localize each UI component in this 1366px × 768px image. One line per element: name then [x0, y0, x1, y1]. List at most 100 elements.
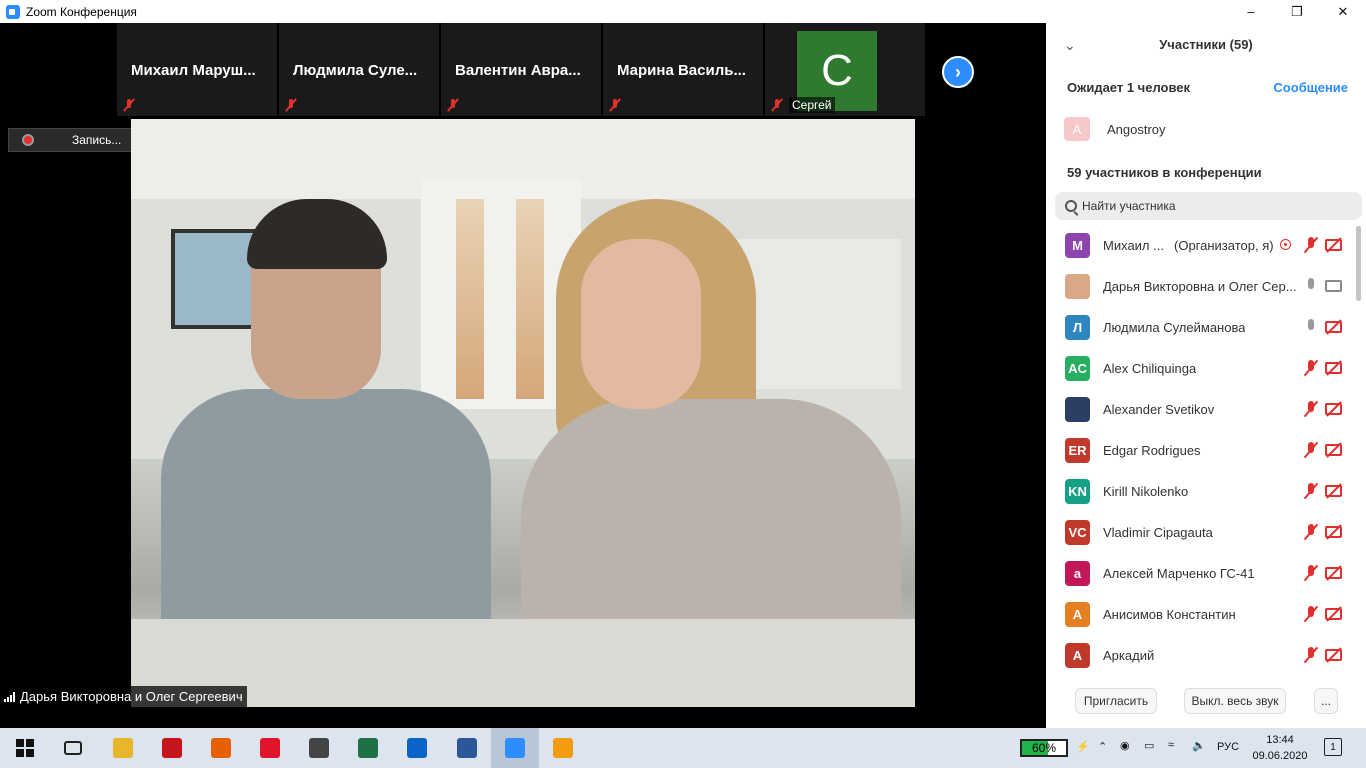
maximize-icon[interactable]: ❐	[1274, 0, 1320, 23]
battery-indicator[interactable]: 60%	[1020, 739, 1068, 757]
signal-icon	[4, 691, 15, 702]
meeting-view: Михаил Маруш... Людмила Суле... Валентин…	[0, 23, 1046, 728]
taskbar-app[interactable]	[548, 733, 578, 763]
close-icon[interactable]: ✕	[1320, 0, 1366, 23]
taskbar-app[interactable]	[353, 733, 383, 763]
taskbar-app[interactable]	[304, 733, 334, 763]
muted-mic-icon	[446, 98, 460, 112]
camera-off-icon[interactable]	[1325, 649, 1342, 661]
avatar: ER	[1065, 438, 1090, 463]
participant-name: Alexander Svetikov	[1103, 402, 1215, 417]
mic-muted-icon[interactable]	[1304, 647, 1318, 663]
video-tile[interactable]: Михаил Маруш...	[117, 23, 277, 116]
participant-row[interactable]: ER Edgar Rodrigues	[1046, 430, 1354, 471]
mic-icon[interactable]	[1304, 319, 1318, 335]
next-page-button[interactable]: ›	[942, 56, 974, 88]
chevron-up-icon[interactable]: ⌃	[1098, 740, 1107, 753]
muted-mic-icon	[284, 98, 298, 112]
waiting-room-header: Ожидает 1 человек Сообщение	[1046, 77, 1366, 99]
message-button[interactable]: Сообщение	[1273, 80, 1348, 95]
camera-off-icon[interactable]	[1325, 526, 1342, 538]
camera-off-icon[interactable]	[1325, 485, 1342, 497]
language-indicator[interactable]: РУС	[1217, 741, 1239, 753]
participant-row[interactable]: Дарья Викторовна и Олег Сер...	[1046, 266, 1354, 307]
participant-row[interactable]: VC Vladimir Cipagauta	[1046, 512, 1354, 553]
participant-name: Анисимов Константин	[1103, 607, 1236, 622]
mic-muted-icon[interactable]	[1304, 401, 1318, 417]
more-button[interactable]: ...	[1314, 688, 1338, 714]
taskbar-app[interactable]	[402, 733, 432, 763]
participant-row[interactable]: AC Alex Chiliquinga	[1046, 348, 1354, 389]
camera-off-icon[interactable]	[1325, 239, 1342, 251]
mic-muted-icon[interactable]	[1304, 524, 1318, 540]
mic-muted-icon[interactable]	[1304, 442, 1318, 458]
recording-label: Запись...	[72, 133, 122, 147]
taskbar-app[interactable]	[108, 733, 138, 763]
mic-muted-icon[interactable]	[1304, 237, 1318, 253]
mic-muted-icon[interactable]	[1304, 606, 1318, 622]
participant-row[interactable]: Alexander Svetikov	[1046, 389, 1354, 430]
camera-off-icon[interactable]	[1325, 567, 1342, 579]
mute-all-button[interactable]: Выкл. весь звук	[1184, 688, 1286, 714]
minimize-icon[interactable]: –	[1228, 0, 1274, 23]
waiting-participant[interactable]: A Angostroy	[1046, 115, 1366, 143]
camera-off-icon[interactable]	[1325, 403, 1342, 415]
outlook-icon	[407, 738, 427, 758]
participant-name: Edgar Rodrigues	[1103, 443, 1201, 458]
mic-muted-icon[interactable]	[1304, 565, 1318, 581]
camera-off-icon[interactable]	[1325, 608, 1342, 620]
participant-row[interactable]: a Алексей Марченко ГС-41	[1046, 553, 1354, 594]
tile-name: Людмила Суле...	[293, 62, 418, 79]
participant-row[interactable]: М Михаил ... (Организатор, я)	[1046, 225, 1354, 266]
tile-name: Марина Василь...	[617, 62, 746, 79]
windows-icon	[16, 739, 34, 757]
participant-name: Kirill Nikolenko	[1103, 484, 1189, 499]
search-icon	[1065, 200, 1077, 212]
chevron-right-icon: ›	[955, 61, 961, 82]
video-tile[interactable]: Марина Василь...	[603, 23, 763, 116]
participant-search[interactable]	[1055, 192, 1362, 220]
taskbar-app[interactable]	[157, 733, 187, 763]
zoom-app-icon	[6, 4, 20, 19]
participant-row[interactable]: А Анисимов Константин	[1046, 594, 1354, 635]
tray-app-icon[interactable]: ◉	[1120, 739, 1130, 752]
power-icon[interactable]: ⚡	[1076, 740, 1090, 753]
camera-off-icon[interactable]	[1325, 362, 1342, 374]
scrollbar[interactable]	[1356, 226, 1361, 301]
speaker-name-label: Дарья Викторовна и Олег Сергеевич	[0, 686, 247, 707]
video-tile[interactable]: Валентин Авра...	[441, 23, 601, 116]
search-input[interactable]	[1082, 199, 1342, 213]
camera-off-icon[interactable]	[1325, 321, 1342, 333]
time: 13:44	[1266, 734, 1294, 746]
volume-icon[interactable]: 🔈	[1192, 739, 1206, 752]
participant-row[interactable]: KN Kirill Nikolenko	[1046, 471, 1354, 512]
mic-icon[interactable]	[1304, 278, 1318, 294]
participant-name: Аркадий	[1103, 648, 1155, 663]
taskbar-app[interactable]	[491, 728, 539, 768]
mic-muted-icon[interactable]	[1304, 483, 1318, 499]
camera-icon[interactable]	[1325, 280, 1342, 292]
firefox-icon	[211, 738, 231, 758]
network-icon[interactable]: ▭	[1144, 739, 1154, 752]
invite-button[interactable]: Пригласить	[1075, 688, 1157, 714]
record-icon	[22, 134, 34, 146]
mic-muted-icon[interactable]	[1304, 360, 1318, 376]
wifi-icon[interactable]: ≈	[1168, 739, 1174, 751]
camera-off-icon[interactable]	[1325, 444, 1342, 456]
taskbar-app[interactable]	[58, 733, 88, 763]
video-tile-avatar[interactable]: C Сергей	[765, 23, 925, 116]
notifications-icon[interactable]: 1	[1324, 738, 1342, 756]
title-bar: Zoom Конференция – ❐ ✕	[0, 0, 1366, 23]
start-button[interactable]	[10, 733, 40, 763]
avatar: А	[1065, 602, 1090, 627]
video-tile[interactable]: Людмила Суле...	[279, 23, 439, 116]
participant-name: Алексей Марченко ГС-41	[1103, 566, 1255, 581]
taskbar-app[interactable]	[452, 733, 482, 763]
excel-icon	[358, 738, 378, 758]
taskbar-app[interactable]	[255, 733, 285, 763]
file-explorer-icon	[113, 738, 133, 758]
participant-row[interactable]: Л Людмила Сулейманова	[1046, 307, 1354, 348]
participant-row[interactable]: А Аркадий	[1046, 635, 1354, 676]
taskbar-app[interactable]	[206, 733, 236, 763]
clock[interactable]: 13:44 09.06.2020	[1250, 732, 1310, 764]
